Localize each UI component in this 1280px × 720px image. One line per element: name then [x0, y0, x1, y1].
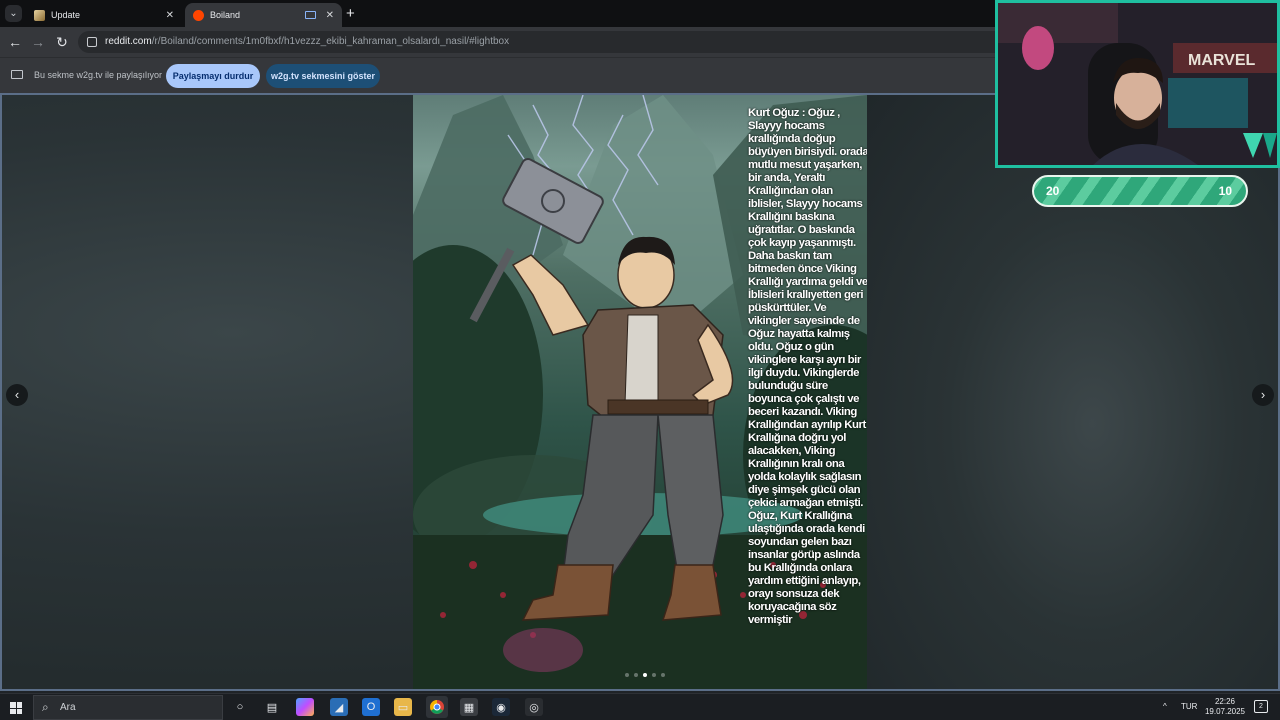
pagination-dot-active[interactable] — [643, 673, 647, 677]
screen-share-icon — [11, 70, 23, 79]
chrome-icon[interactable] — [426, 696, 448, 718]
pagination-dot[interactable] — [652, 673, 656, 677]
show-w2g-tab-button[interactable]: w2g.tv sekmesini göster — [266, 64, 380, 88]
task-view-icon[interactable]: ▤ — [263, 698, 281, 716]
clock-time: 22:26 — [1214, 697, 1235, 706]
windows-start-icon[interactable] — [10, 702, 22, 714]
copilot-icon[interactable] — [296, 698, 314, 716]
forward-arrow-icon[interactable]: → — [30, 34, 46, 50]
sharing-notice: Bu sekme w2g.tv ile paylaşılıyor — [34, 70, 163, 80]
tab-boiland[interactable]: Boiland ✕ — [185, 3, 342, 27]
clock-date: 19.07.2025 — [1204, 707, 1245, 716]
site-info-icon[interactable] — [87, 37, 97, 47]
tab-title: Boiland — [210, 10, 241, 20]
streamer-webcam: MARVEL — [995, 0, 1280, 168]
next-image-button[interactable]: › — [1252, 384, 1274, 406]
search-placeholder: Ara — [60, 702, 76, 713]
windows-taskbar: ⌕ Ara ○ ▤ ◢ O ▭ ▦ ◉ ◎ ^ TUR 22:26 19.07.… — [0, 693, 1280, 720]
update-favicon-icon — [34, 9, 45, 21]
tab-update[interactable]: Update ✕ — [26, 3, 182, 27]
tab-title: Update — [51, 10, 81, 20]
tray-expand-icon[interactable]: ^ — [1163, 702, 1167, 711]
score-right: 10 — [1218, 184, 1232, 198]
lightbox-image: Kurt Oğuz : Oğuz , Slayyy hocams krallığ… — [413, 95, 867, 689]
search-icon: ⌕ — [42, 700, 49, 714]
steam-icon[interactable]: ◉ — [492, 698, 510, 716]
cortana-icon[interactable]: ○ — [231, 698, 249, 716]
reload-icon[interactable]: ↻ — [54, 34, 70, 50]
marvel-poster: MARVEL — [1188, 52, 1255, 69]
url-text: reddit.com/r/Boiland/comments/1m0fbxf/h1… — [105, 36, 510, 47]
taskbar-clock[interactable]: 22:26 19.07.2025 — [1205, 697, 1245, 717]
new-tab-icon[interactable]: + — [346, 5, 355, 22]
pagination-dot[interactable] — [634, 673, 638, 677]
score-left: 20 — [1046, 184, 1060, 198]
image-caption: Kurt Oğuz : Oğuz , Slayyy hocams krallığ… — [748, 107, 867, 626]
sharing-indicator-icon — [304, 11, 316, 19]
previous-image-button[interactable]: ‹ — [6, 384, 28, 406]
notification-icon[interactable]: 2 — [1254, 700, 1268, 713]
pagination-dot[interactable] — [661, 673, 665, 677]
tab-search-icon[interactable]: ⌄ — [5, 5, 22, 22]
taskbar-search[interactable]: ⌕ Ara — [33, 695, 223, 720]
file-explorer-icon[interactable]: ▭ — [394, 698, 412, 716]
webcam-scene: MARVEL — [998, 3, 1277, 165]
reddit-favicon-icon — [193, 9, 204, 21]
pagination-dot[interactable] — [625, 673, 629, 677]
language-indicator[interactable]: TUR — [1181, 702, 1197, 711]
store-icon[interactable]: ▦ — [460, 698, 478, 716]
close-icon[interactable]: ✕ — [326, 10, 334, 21]
app-icon[interactable]: ◢ — [330, 698, 348, 716]
back-arrow-icon[interactable]: ← — [7, 34, 23, 50]
image-pagination — [625, 673, 665, 677]
outlook-icon[interactable]: O — [362, 698, 380, 716]
stop-sharing-button[interactable]: Paylaşmayı durdur — [166, 64, 260, 88]
score-bar: 20 10 — [1032, 175, 1248, 207]
app-record-icon[interactable]: ◎ — [525, 698, 543, 716]
close-icon[interactable]: ✕ — [166, 10, 174, 21]
